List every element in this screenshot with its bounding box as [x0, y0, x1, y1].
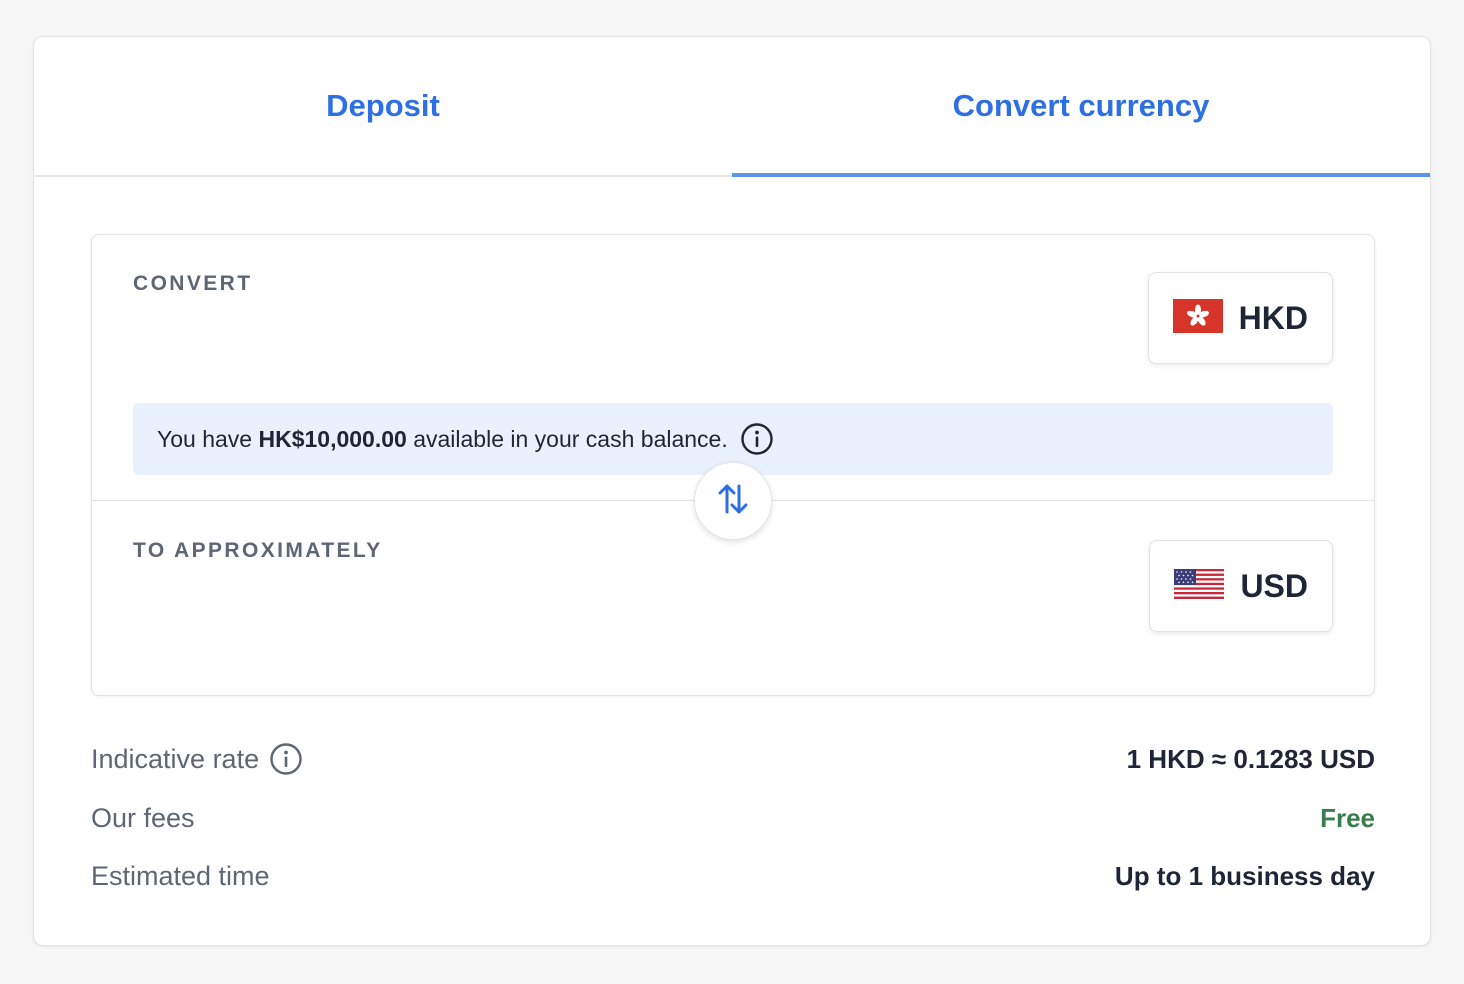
indicative-rate-label: Indicative rate: [91, 743, 260, 774]
indicative-rate-label-wrap: Indicative rate: [91, 742, 303, 776]
conversion-panel: CONVERT HKD You have HK$10,000.00 availa…: [91, 234, 1375, 696]
tab-bar: Deposit Convert currency: [34, 37, 1430, 177]
fees-value: Free: [1320, 802, 1375, 833]
info-icon[interactable]: [269, 742, 303, 776]
tab-convert-currency[interactable]: Convert currency: [732, 37, 1430, 177]
swap-currencies-button[interactable]: [694, 462, 772, 540]
from-currency-code: HKD: [1238, 299, 1308, 336]
hong-kong-flag-icon: [1172, 298, 1223, 338]
to-currency-selector[interactable]: USD: [1149, 540, 1333, 632]
indicative-rate-value: 1 HKD ≈ 0.1283 USD: [1126, 743, 1375, 774]
fees-label: Our fees: [91, 802, 195, 833]
estimated-time-value: Up to 1 business day: [1114, 860, 1375, 891]
info-icon[interactable]: [740, 422, 774, 456]
us-flag-icon: [1174, 568, 1225, 604]
estimated-time-label: Estimated time: [91, 860, 270, 891]
to-currency-code: USD: [1240, 567, 1308, 604]
swap-arrows-icon: [718, 480, 748, 523]
estimated-time-row: Estimated time Up to 1 business day: [91, 856, 1375, 896]
balance-prefix: You have: [157, 425, 259, 452]
tab-deposit[interactable]: Deposit: [34, 37, 732, 175]
balance-amount: HK$10,000.00: [258, 425, 407, 452]
convert-from-label: CONVERT: [133, 272, 253, 295]
indicative-rate-row: Indicative rate 1 HKD ≈ 0.1283 USD: [91, 739, 1375, 779]
convert-to-label: TO APPROXIMATELY: [133, 539, 383, 562]
balance-suffix: available in your cash balance.: [406, 425, 728, 452]
from-currency-selector[interactable]: HKD: [1147, 272, 1333, 364]
convert-card: Deposit Convert currency CONVERT HKD You…: [33, 36, 1431, 946]
fees-row: Our fees Free: [91, 798, 1375, 838]
